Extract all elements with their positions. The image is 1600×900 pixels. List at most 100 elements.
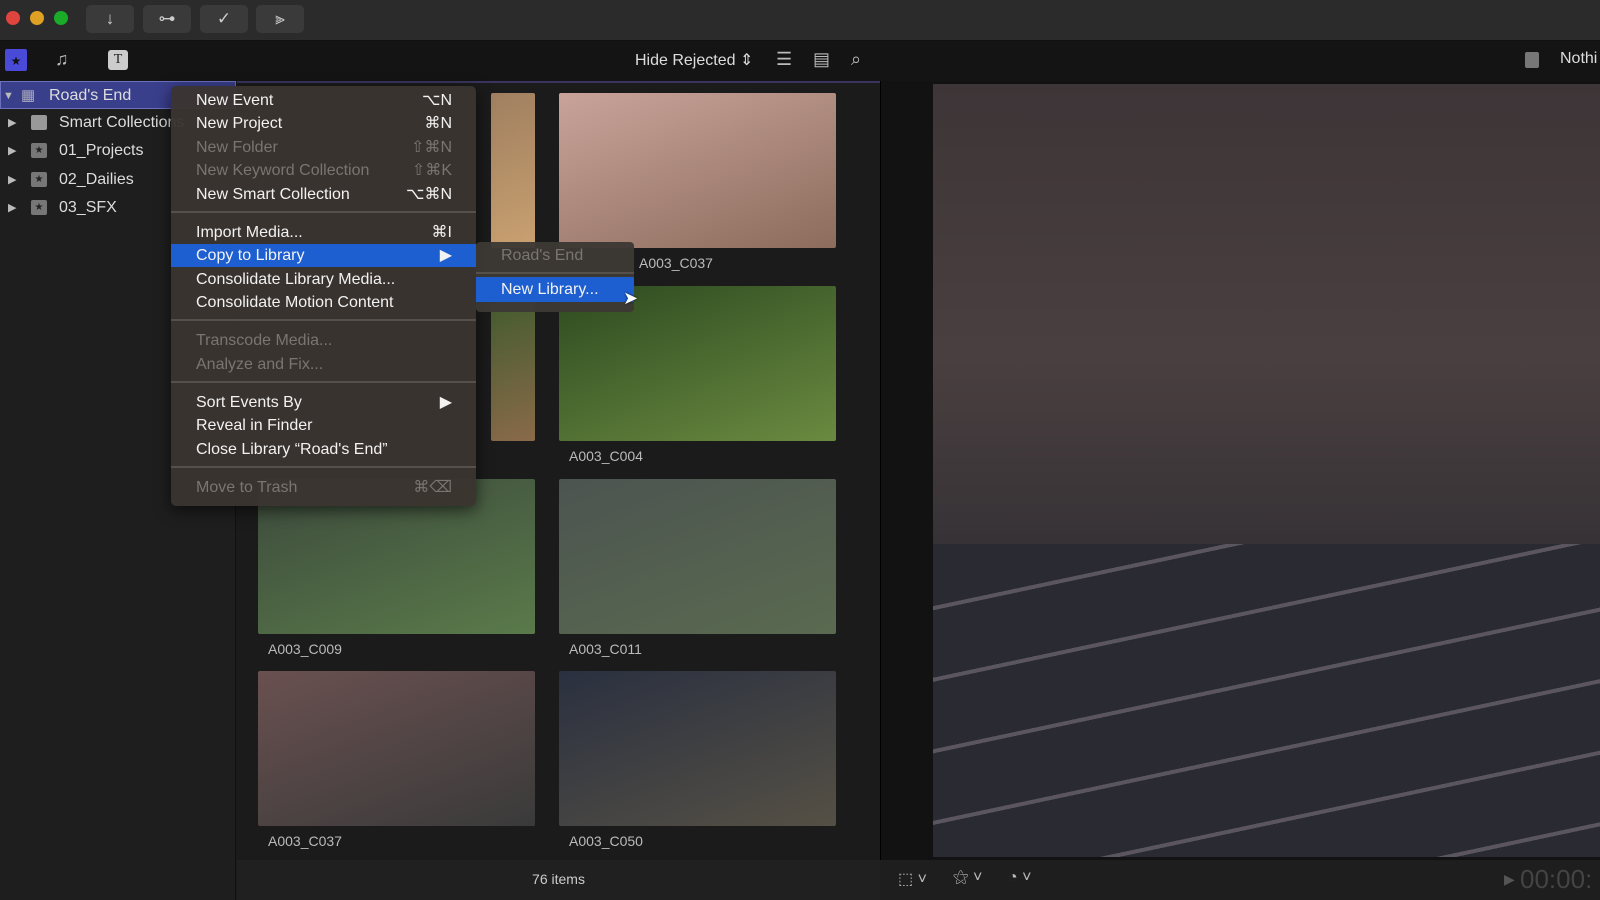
menu-item-move-to-trash: Move to Trash ⌘⌫ [171,476,476,499]
menu-item-new-event[interactable]: New Event ⌥N [171,89,476,112]
menu-shortcut: ⌘⌫ [413,479,452,496]
submenu-item-new-library[interactable]: New Library... [476,277,634,302]
event-star-icon: ★ [31,172,47,187]
menu-item-label: New Project [196,115,283,132]
timecode: 00:00: [1520,864,1593,894]
transform-icon[interactable]: ⬚ ˅ [898,869,927,889]
title-bar: ↓ ⊶ ✓ ⫸ [0,0,1600,41]
viewer-frame [933,84,1600,857]
menu-item-label: New Smart Collection [196,186,350,203]
sidebar-item-label: 03_SFX [59,199,117,216]
clip-thumbnail[interactable] [559,479,836,634]
menu-item-label: New Keyword Collection [196,162,370,179]
updown-icon: ⇕ [739,52,754,69]
menu-item-consolidate-library-media[interactable]: Consolidate Library Media... [171,268,476,291]
menu-separator [171,319,476,321]
menu-item-label: Consolidate Library Media... [196,271,396,288]
menu-item-label: Close Library “Road's End” [196,441,388,458]
submenu-arrow-icon: ▶ [439,394,452,411]
photos-audio-icon[interactable]: ♫ [55,49,69,70]
menu-item-label: New Folder [196,139,278,156]
menu-item-new-keyword-collection: New Keyword Collection ⇧⌘K [171,159,476,182]
zoom-window-button[interactable] [54,11,68,25]
clip-label: A003_C037 [268,833,342,849]
viewer-title: Nothi [1560,50,1598,67]
menu-item-copy-to-library[interactable]: Copy to Library ▶ [171,244,476,267]
menu-item-label: Import Media... [196,224,303,241]
viewer-clip-icon [1525,52,1539,68]
submenu-arrow-icon: ▶ [439,247,452,264]
filter-label: Hide Rejected [635,52,736,69]
close-window-button[interactable] [6,11,20,25]
copy-to-library-submenu: Road's End New Library... [476,242,634,312]
menu-item-label: Reveal in Finder [196,417,313,434]
background-tasks-button[interactable]: ✓ [200,5,248,33]
enhance-wand-icon[interactable]: ⚝ ˅ [953,869,982,887]
library-context-menu: New Event ⌥N New Project ⌘N New Folder ⇧⌘N New… [171,86,476,506]
menu-separator [171,466,476,468]
clip-thumbnail[interactable] [559,671,836,826]
titles-generators-icon[interactable]: T [108,50,128,70]
library-label: Road's End [49,87,132,104]
menu-item-close-library-road-s-end[interactable]: Close Library “Road's End” [171,438,476,461]
menu-item-consolidate-motion-content[interactable]: Consolidate Motion Content [171,291,476,314]
sidebar-item-label: Smart Collections [59,114,185,131]
menu-item-label: New Event [196,92,274,109]
menu-item-new-folder: New Folder ⇧⌘N [171,136,476,159]
minimize-window-button[interactable] [30,11,44,25]
menu-item-new-smart-collection[interactable]: New Smart Collection ⌥⌘N [171,183,476,206]
disclosure-triangle-icon[interactable]: ▶ [8,137,16,165]
clip-label: A003_C009 [268,641,342,657]
menu-shortcut: ⌘I [431,224,452,241]
menu-shortcut: ⌥N [422,92,452,109]
menu-item-label: Move to Trash [196,479,298,496]
sidebar-item-label: 01_Projects [59,142,144,159]
menu-shortcut: ⌘N [424,115,452,132]
play-icon[interactable]: ▶ [1504,871,1515,888]
disclosure-triangle-icon[interactable]: ▶ [8,194,16,222]
menu-item-label: Sort Events By [196,394,302,411]
browser-toolbar: ★ ♫ T Hide Rejected ⇕ ☰ ▤ ⌕ Nothi [0,41,1600,81]
retime-speed-icon[interactable]: ◔ ˅ [1008,869,1031,887]
menu-item-new-project[interactable]: New Project ⌘N [171,112,476,135]
clip-label: A003_C037 [639,255,713,271]
menu-item-label: Transcode Media... [196,332,333,349]
filter-dropdown[interactable]: Hide Rejected ⇕ [635,50,753,70]
clip-label: A003_C050 [569,833,643,849]
disclosure-triangle-icon[interactable]: ▶ [8,109,16,137]
clip-thumbnail[interactable] [258,671,535,826]
filmstrip-icon[interactable]: ▤ [813,49,830,70]
menu-item-label: Road's End [501,247,584,264]
menu-shortcut: ⌥⌘N [406,186,452,203]
clip-label: A003_C011 [569,641,642,657]
clip-thumbnail[interactable] [559,93,836,248]
keyword-button[interactable]: ⊶ [143,5,191,33]
checkmark-circle-icon: ✓ [216,9,232,28]
audio-button[interactable]: ⫸ [256,5,304,33]
sidebar-item-label: 02_Dailies [59,171,134,188]
menu-item-label: Consolidate Motion Content [196,294,394,311]
folder-icon [31,115,47,130]
event-star-icon: ★ [31,143,47,158]
clip-label: A003_C004 [569,448,643,464]
menu-item-transcode-media: Transcode Media... [171,329,476,352]
download-icon: ↓ [105,9,115,28]
mouse-cursor-icon: ➤ [623,288,639,308]
disclosure-triangle-icon[interactable]: ▼ [3,82,14,110]
menu-separator [171,381,476,383]
submenu-item-road-s-end: Road's End [476,242,634,270]
disclosure-triangle-icon[interactable]: ▶ [8,166,16,194]
library-icon: ▦ [21,87,36,104]
import-button[interactable]: ↓ [86,5,134,33]
libraries-icon[interactable]: ★ [5,49,27,71]
menu-item-label: Analyze and Fix... [196,356,324,373]
search-icon[interactable]: ⌕ [851,49,861,70]
menu-item-sort-events-by[interactable]: Sort Events By ▶ [171,391,476,414]
audio-waveform-icon: ⫸ [275,9,285,28]
menu-item-import-media[interactable]: Import Media... ⌘I [171,221,476,244]
menu-item-reveal-in-finder[interactable]: Reveal in Finder [171,414,476,437]
list-view-icon[interactable]: ☰ [776,49,792,70]
clip-thumbnail[interactable] [491,93,535,248]
item-count: 76 items [237,860,880,900]
menu-shortcut: ⇧⌘K [411,162,452,179]
